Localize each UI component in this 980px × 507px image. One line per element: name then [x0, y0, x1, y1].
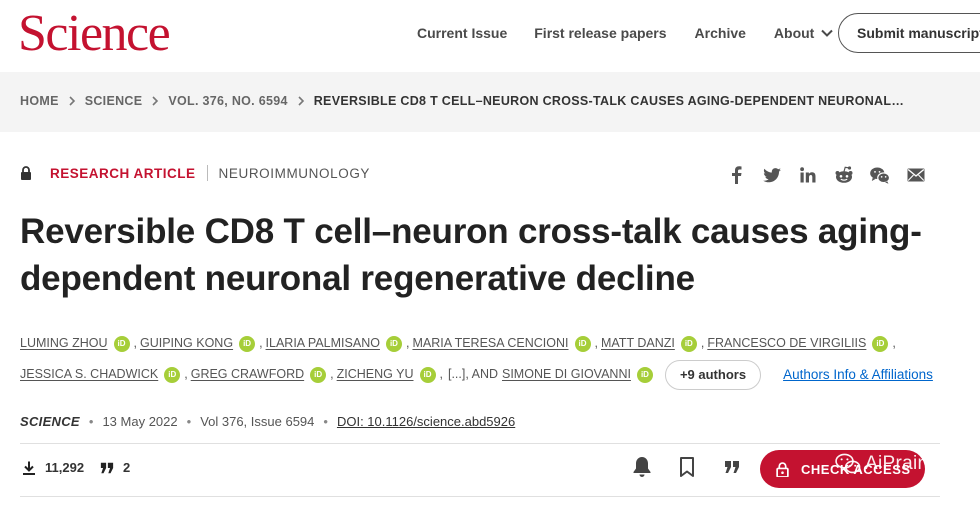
nav-current-issue[interactable]: Current Issue: [417, 24, 507, 42]
share-bar: [726, 165, 942, 185]
article-meta: RESEARCH ARTICLE NEUROIMMUNOLOGY: [20, 165, 370, 181]
authors-info-affiliations-link[interactable]: Authors Info & Affiliations: [783, 359, 933, 390]
orcid-icon[interactable]: iD: [680, 335, 697, 352]
citation-info: SCIENCE • 13 May 2022 • Vol 376, Issue 6…: [20, 414, 515, 429]
author-list: LUMING ZHOU iD, GUIPING KONG iD, ILARIA …: [20, 328, 960, 390]
publication-date: 13 May 2022: [102, 414, 178, 429]
author-link[interactable]: GUIPING KONG: [140, 328, 233, 359]
citation-count: 2: [123, 460, 131, 475]
nav-label: First release papers: [534, 25, 667, 41]
author-link[interactable]: MATT DANZI: [601, 328, 675, 359]
chevron-right-icon: [298, 96, 304, 106]
separator: ,: [439, 367, 443, 381]
orcid-icon[interactable]: iD: [636, 366, 653, 383]
nav-label: About: [773, 25, 815, 41]
author-link[interactable]: GREG CRAWFORD: [191, 359, 304, 390]
separator: ,: [700, 336, 705, 350]
wechat-icon: [835, 453, 861, 474]
chevron-right-icon: [69, 96, 75, 106]
divider: [20, 496, 940, 497]
separator-dot: •: [88, 414, 94, 429]
lock-icon: [776, 461, 789, 477]
volume-issue: Vol 376, Issue 6594: [200, 414, 315, 429]
separator: ,: [259, 336, 263, 350]
author-link[interactable]: SIMONE DI GIOVANNI: [502, 359, 631, 390]
orcid-icon[interactable]: iD: [239, 335, 256, 352]
bell-icon[interactable]: [630, 455, 654, 479]
orcid-icon[interactable]: iD: [419, 366, 436, 383]
author-ellipsis[interactable]: [...], AND: [448, 359, 498, 390]
author-link[interactable]: MARIA TERESA CENCIONI: [412, 328, 568, 359]
article-metrics: 11,292 2: [22, 460, 146, 475]
breadcrumb-volume[interactable]: VOL. 376, NO. 6594: [168, 94, 287, 108]
author-link[interactable]: LUMING ZHOU: [20, 328, 108, 359]
lock-icon: [21, 166, 31, 180]
author-link[interactable]: ZICHENG YU: [337, 359, 414, 390]
nav-archive[interactable]: Archive: [695, 24, 746, 42]
watermark: AiPrain: [835, 453, 928, 475]
download-icon: [23, 461, 35, 475]
reddit-icon[interactable]: [834, 165, 854, 185]
separator: ,: [892, 336, 896, 350]
author-link[interactable]: JESSICA S. CHADWICK: [20, 359, 158, 390]
separator: ,: [594, 336, 598, 350]
doi-link[interactable]: DOI: 10.1126/science.abd5926: [337, 414, 515, 429]
separator-dot: •: [186, 414, 192, 429]
nav-label: Current Issue: [417, 25, 508, 41]
email-icon[interactable]: [906, 165, 926, 185]
science-logo[interactable]: Science: [18, 4, 171, 64]
separator: ,: [184, 367, 188, 381]
breadcrumb-band: HOME SCIENCE VOL. 376, NO. 6594 REVERSIB…: [0, 72, 980, 132]
main-nav: Current Issue First release papers Archi…: [417, 24, 862, 42]
separator: ,: [330, 367, 334, 381]
article-subject[interactable]: NEUROIMMUNOLOGY: [219, 166, 371, 181]
divider: [20, 443, 940, 444]
cite-icon[interactable]: [720, 455, 744, 479]
author-line: JESSICA S. CHADWICK iD, GREG CRAWFORD iD…: [20, 359, 960, 390]
linkedin-icon[interactable]: [798, 165, 818, 185]
separator: ,: [133, 336, 137, 350]
article-type: RESEARCH ARTICLE: [50, 165, 196, 181]
article-title: Reversible CD8 T cell–neuron cross-talk …: [20, 212, 922, 298]
breadcrumb-home[interactable]: HOME: [20, 94, 59, 108]
quote-icon: [100, 462, 114, 473]
orcid-icon[interactable]: iD: [310, 366, 327, 383]
bookmark-icon[interactable]: [675, 455, 699, 479]
separator: ,: [405, 336, 410, 350]
download-count: 11,292: [45, 460, 85, 475]
facebook-icon[interactable]: [726, 165, 746, 185]
orcid-icon[interactable]: iD: [113, 335, 130, 352]
orcid-icon[interactable]: iD: [872, 335, 889, 352]
site-header: Science Current Issue First release pape…: [0, 0, 980, 72]
chevron-down-icon: [821, 29, 834, 37]
author-link[interactable]: FRANCESCO DE VIRGILIIS: [707, 328, 866, 359]
nav-about[interactable]: About: [774, 24, 834, 42]
separator-dot: •: [323, 414, 328, 429]
wechat-icon[interactable]: [870, 165, 890, 185]
breadcrumb: HOME SCIENCE VOL. 376, NO. 6594 REVERSIB…: [20, 94, 904, 108]
submit-manuscript-button[interactable]: Submit manuscript: [838, 13, 980, 53]
author-link[interactable]: ILARIA PALMISANO: [266, 328, 380, 359]
watermark-text: AiPrain: [865, 453, 929, 474]
article-actions: [630, 455, 765, 479]
divider: [206, 165, 208, 181]
orcid-icon[interactable]: iD: [385, 335, 402, 352]
breadcrumb-science[interactable]: SCIENCE: [85, 94, 143, 108]
twitter-icon[interactable]: [762, 165, 782, 185]
author-line: LUMING ZHOU iD, GUIPING KONG iD, ILARIA …: [20, 328, 960, 359]
breadcrumb-current: REVERSIBLE CD8 T CELL–NEURON CROSS-TALK …: [313, 94, 905, 108]
orcid-icon[interactable]: iD: [164, 366, 181, 383]
chevron-right-icon: [152, 96, 159, 106]
nav-label: Archive: [694, 25, 746, 41]
journal-name[interactable]: SCIENCE: [20, 414, 80, 429]
nav-first-release-papers[interactable]: First release papers: [534, 24, 666, 42]
orcid-icon[interactable]: iD: [574, 335, 591, 352]
more-authors-button[interactable]: +9 authors: [664, 359, 762, 390]
